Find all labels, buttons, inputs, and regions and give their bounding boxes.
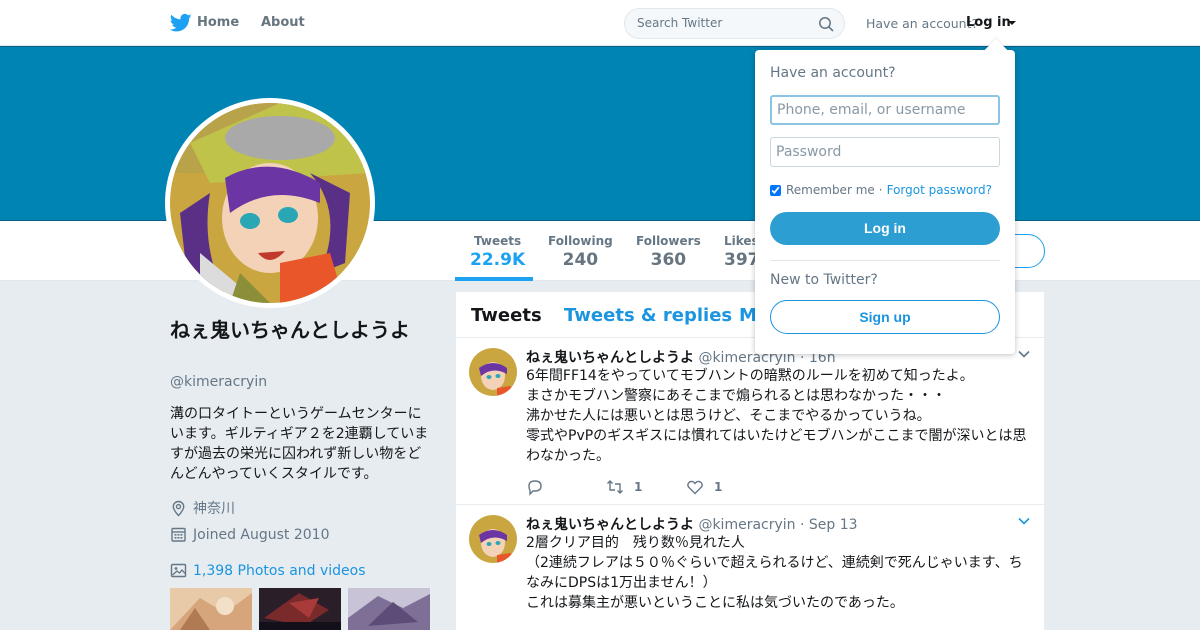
tweet-time[interactable]: · Sep 13 (800, 517, 858, 533)
joined-text: Joined August 2010 (193, 526, 330, 543)
profile-joined: Joined August 2010 (170, 526, 329, 543)
stat-followers[interactable]: Followers 360 (636, 234, 701, 270)
retweet-action[interactable]: 1 (606, 478, 642, 496)
location-pin-icon (172, 500, 185, 516)
tweet-author-handle[interactable]: @kimeracryin (698, 517, 795, 533)
dropdown-title: Have an account? (770, 65, 896, 81)
photos-text[interactable]: 1,398 Photos and videos (193, 563, 366, 579)
tweet-author-name[interactable]: ねぇ鬼いちゃんとしようよ (526, 517, 694, 533)
tweet-text: 6年間FF14をやっていてモブハントの暗黙のルールを初めて知ったよ。 まさかモブ… (526, 366, 1034, 466)
tweet-line: （2連続フレアは５０％ぐらいで超えられるけど、連続剣で死んじゃいます、ちなみにD… (526, 555, 1023, 591)
tweet[interactable]: ねぇ鬼いちゃんとしようよ @kimeracryin · 16h 6年間FF14を… (456, 338, 1044, 505)
twitter-bird-icon[interactable] (170, 13, 192, 33)
remember-me-label[interactable]: Remember me (786, 183, 875, 197)
tweet-author-name[interactable]: ねぇ鬼いちゃんとしようよ (526, 350, 694, 366)
tweet-line: 2層クリア目的 残り数％見れた人 (526, 535, 745, 551)
stat-label: Followers (636, 234, 701, 248)
stat-following[interactable]: Following 240 (548, 234, 613, 270)
tweet-text: 2層クリア目的 残り数％見れた人 （2連続フレアは５０％ぐらいで超えられるけど、… (526, 533, 1034, 613)
tweet-line: 6年間FF14をやっていてモブハントの暗黙のルールを初めて知ったよ。 (526, 368, 974, 384)
retweet-icon[interactable] (606, 478, 624, 496)
tab-tweets[interactable]: Tweets (471, 305, 542, 326)
tweet-actions: 1 1 (526, 478, 926, 498)
stat-value: 360 (650, 250, 687, 270)
nav-about-link[interactable]: About (261, 15, 305, 30)
chevron-down-icon[interactable] (1018, 350, 1030, 358)
stat-label: Following (548, 234, 613, 248)
stat-value: 240 (562, 250, 599, 270)
retweet-count: 1 (634, 480, 643, 494)
profile-bio: 溝の口タイトーというゲームセンターにいます。ギルティギア２を2連覇していますが過… (170, 406, 429, 482)
search-box[interactable]: Search Twitter (624, 8, 845, 39)
media-thumbnail[interactable] (259, 588, 341, 630)
forgot-password-link[interactable]: Forgot password? (887, 183, 992, 197)
username-field[interactable] (770, 95, 1000, 125)
login-dropdown: Have an account? Remember me · Forgot pa… (755, 50, 1015, 354)
tab-tweets-replies[interactable]: Tweets & replies (564, 305, 732, 326)
profile-handle[interactable]: @kimeracryin (170, 374, 267, 390)
tweet-avatar[interactable] (469, 348, 517, 396)
heart-icon[interactable] (686, 478, 704, 496)
media-thumbnail[interactable] (348, 588, 430, 630)
reply-icon[interactable] (526, 478, 544, 496)
reply-action[interactable] (526, 478, 554, 496)
stat-tweets[interactable]: Tweets 22.9K (470, 234, 525, 270)
active-stat-indicator (455, 277, 533, 281)
search-icon[interactable] (818, 16, 834, 32)
avatar-image (170, 103, 370, 303)
divider (770, 260, 1000, 261)
profile-avatar[interactable] (165, 98, 375, 308)
remember-row: Remember me · Forgot password? (770, 183, 992, 197)
new-to-twitter-text: New to Twitter? (770, 272, 878, 288)
tweet-avatar[interactable] (469, 515, 517, 563)
stat-label: Tweets (474, 234, 522, 248)
stat-value: 22.9K (470, 250, 526, 270)
tweet-line: これは募集主が悪いということに私は気づいたのであった。 (526, 595, 904, 611)
nav-home-link[interactable]: Home (197, 15, 239, 30)
photo-icon (170, 563, 187, 578)
profile-location: 神奈川 (170, 498, 235, 518)
calendar-icon (171, 527, 186, 542)
tweet-line: まさかモブハン警察にあそこまで煽られるとは思わなかった・・・ (526, 388, 946, 404)
location-text: 神奈川 (193, 501, 235, 517)
tweet-line: 沸かせた人には悪いとは思うけど、そこまでやるかっていうね。 (526, 408, 931, 424)
password-field[interactable] (770, 137, 1000, 167)
search-placeholder: Search Twitter (637, 16, 723, 30)
like-count: 1 (714, 480, 723, 494)
top-navigation: Home About Search Twitter Have an accoun… (0, 0, 1200, 46)
tweet-line: 零式やPvPのギスギスには慣れてはいたけどモブハンがここまで闇が深いとは思わなか… (526, 428, 1027, 464)
signup-button[interactable]: Sign up (770, 300, 1000, 334)
profile-name: ねぇ鬼いちゃんとしようよ (170, 318, 410, 342)
caret-down-icon[interactable] (1008, 21, 1016, 25)
tweet-header: ねぇ鬼いちゃんとしようよ @kimeracryin · Sep 13 (526, 514, 858, 534)
separator-dot: · (878, 183, 883, 197)
tweet[interactable]: ねぇ鬼いちゃんとしようよ @kimeracryin · Sep 13 2層クリア… (456, 505, 1044, 630)
like-action[interactable]: 1 (686, 478, 722, 496)
have-account-text: Have an account? (866, 16, 979, 31)
photos-videos-link[interactable]: 1,398 Photos and videos (170, 562, 366, 579)
remember-me-checkbox[interactable] (770, 184, 781, 196)
media-thumbnail[interactable] (170, 588, 252, 630)
login-dropdown-toggle[interactable]: Log in (966, 15, 1011, 30)
chevron-down-icon[interactable] (1018, 517, 1030, 525)
login-button[interactable]: Log in (770, 212, 1000, 245)
